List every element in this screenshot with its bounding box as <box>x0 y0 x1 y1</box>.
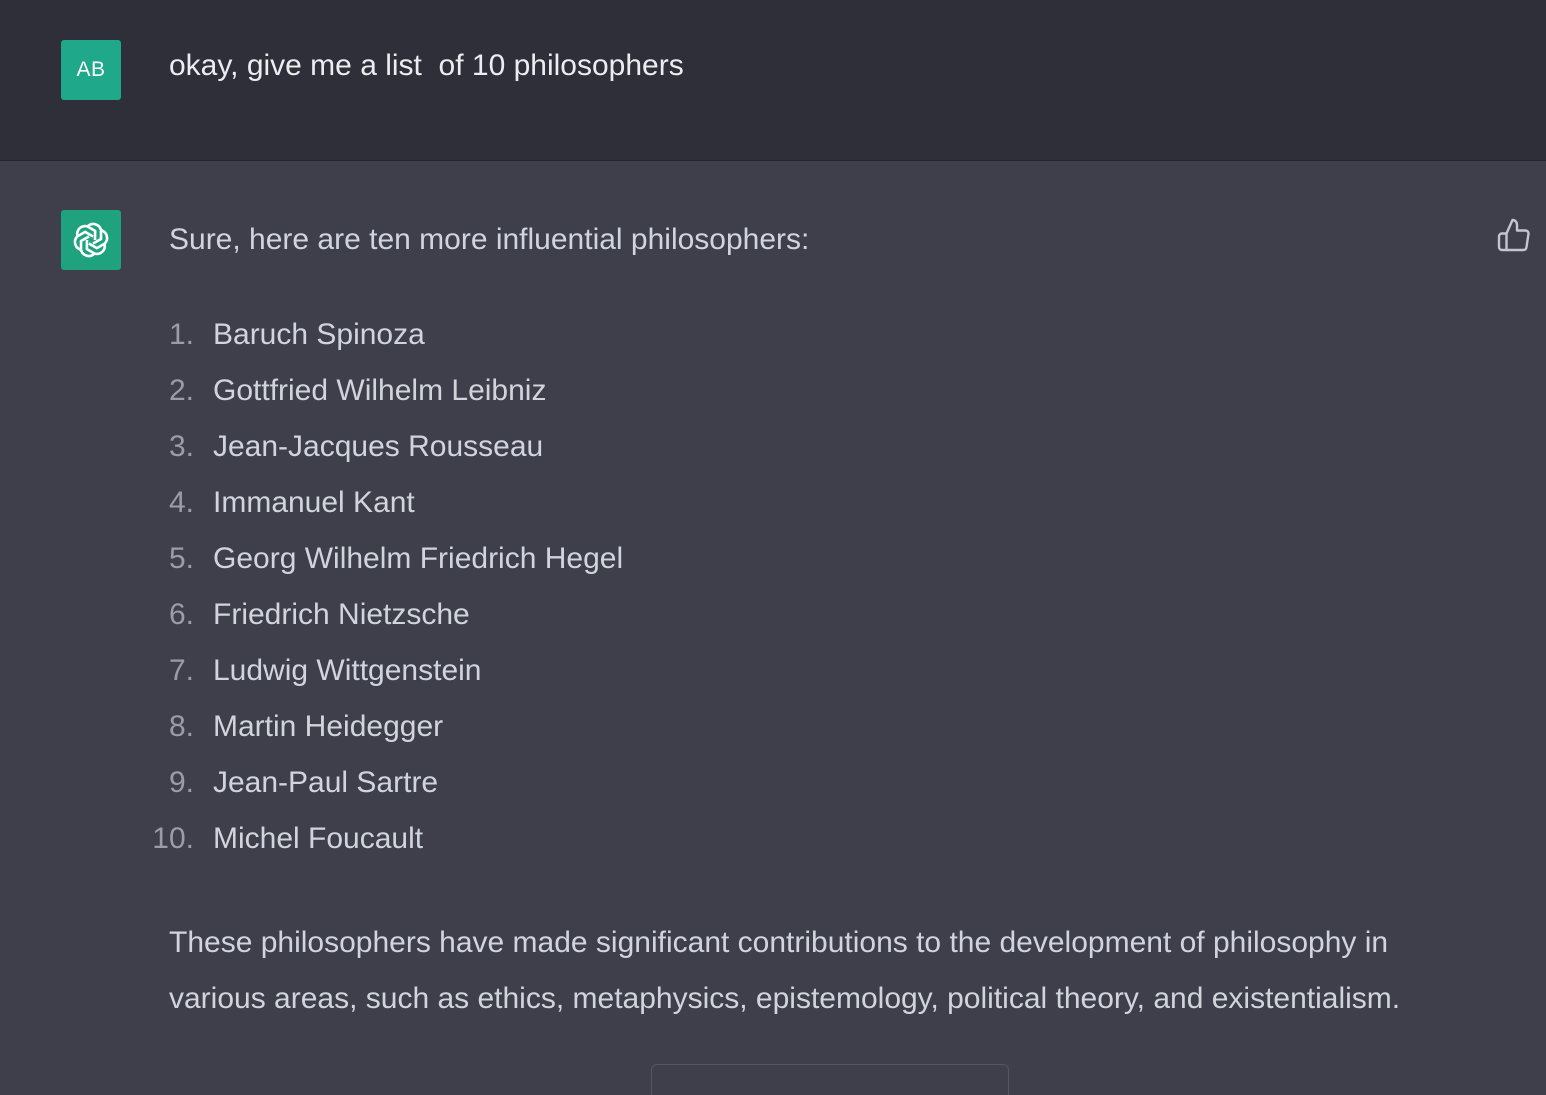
list-item-number: 2. <box>168 374 194 407</box>
assistant-message-row: Sure, here are ten more influential phil… <box>0 161 1546 1082</box>
list-item-name: Gottfried Wilhelm Leibniz <box>213 374 547 407</box>
openai-logo-icon <box>73 222 109 258</box>
thumbs-up-icon <box>1497 218 1530 252</box>
user-message-row: AB okay, give me a list of 10 philosophe… <box>0 0 1546 161</box>
thumbs-up-button[interactable] <box>1496 217 1532 253</box>
assistant-avatar <box>61 210 121 270</box>
bottom-floating-control[interactable] <box>651 1064 1009 1095</box>
list-item-number: 3. <box>168 430 194 463</box>
list-item-number: 8. <box>168 710 194 743</box>
list-item-name: Michel Foucault <box>213 822 424 855</box>
list-item-name: Immanuel Kant <box>213 486 415 519</box>
assistant-intro-text: Sure, here are ten more influential phil… <box>169 223 810 256</box>
list-item-number: 7. <box>168 654 194 687</box>
list-item-number: 4. <box>168 486 194 519</box>
user-message-text: okay, give me a list of 10 philosophers <box>169 49 684 82</box>
list-item-name: Jean-Paul Sartre <box>213 766 439 799</box>
list-item-name: Jean-Jacques Rousseau <box>213 430 544 463</box>
list-item-number: 9. <box>168 766 194 799</box>
list-item-number: 1. <box>168 318 194 351</box>
user-avatar-initials: AB <box>76 58 106 81</box>
list-item-name: Baruch Spinoza <box>213 318 425 351</box>
list-item-number: 10. <box>152 822 194 855</box>
list-item-name: Ludwig Wittgenstein <box>213 654 482 687</box>
list-item-name: Martin Heidegger <box>213 710 444 743</box>
list-item-number: 6. <box>168 598 194 631</box>
assistant-outro-text: These philosophers have made significant… <box>169 926 1401 1015</box>
user-avatar: AB <box>61 40 121 100</box>
list-item-name: Friedrich Nietzsche <box>213 598 470 631</box>
list-item-number: 5. <box>168 542 194 575</box>
list-item-name: Georg Wilhelm Friedrich Hegel <box>213 542 624 575</box>
